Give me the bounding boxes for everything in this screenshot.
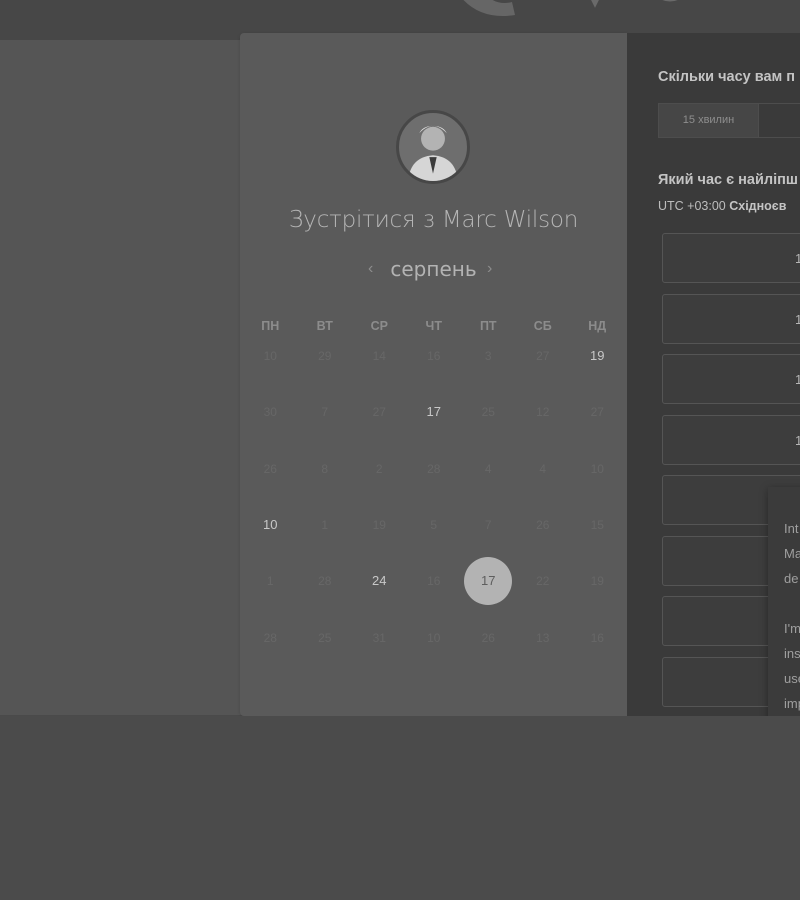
calendar-day: 2 (375, 461, 383, 476)
calendar-day: 8 (321, 461, 329, 476)
time-slot-label: 1 (795, 372, 800, 387)
calendar-day: 4 (484, 461, 492, 476)
chat-line: I'm (784, 621, 800, 636)
calendar-day[interactable]: 17 (407, 384, 462, 440)
calendar-day: 16 (590, 630, 604, 645)
calendar-day: 25 (318, 630, 332, 645)
duration-option-15[interactable]: 15 хвилин (659, 104, 759, 137)
calendar-day: 10 (263, 349, 277, 363)
timezone-label[interactable]: UTC +03:00 Східноєв (658, 199, 786, 213)
duration-question: Скільки часу вам п (658, 69, 796, 85)
calendar-day: 28 (318, 574, 332, 589)
time-slot-button[interactable]: 1 (662, 414, 800, 465)
calendar-day: 15 (590, 517, 604, 532)
chat-line: ins (784, 646, 800, 661)
calendar-day: 31 (372, 630, 386, 645)
calendar-day: 1 (266, 574, 274, 589)
calendar-day: 29 (318, 349, 332, 363)
time-slot-label: 1 (795, 251, 800, 266)
calendar-day: 27 (372, 405, 386, 420)
chat-line: Ma (784, 546, 800, 561)
time-slot-label: 1 (795, 432, 800, 448)
calendar-day[interactable]: 19 (570, 328, 625, 384)
time-slot-button[interactable]: 1 (662, 354, 800, 404)
calendar-day: 7 (484, 517, 492, 532)
calendar-day: 19 (372, 517, 386, 532)
calendar-day-number: 17 (464, 557, 513, 606)
chat-line: use (784, 671, 800, 686)
page-footer-area (0, 716, 800, 900)
duration-selector: 15 хвилин 30 (658, 103, 800, 138)
duration-option-30[interactable]: 30 (759, 104, 800, 137)
calendar-day: 26 (536, 517, 550, 532)
chevron-left-icon[interactable]: ‹ (368, 260, 373, 278)
calendar-day: 3 (484, 349, 492, 363)
chat-line: de (784, 571, 799, 586)
calendar-day: 28 (427, 461, 441, 476)
month-navigation: ‹ серпень › (240, 257, 627, 281)
calendar-day: 13 (536, 630, 550, 645)
chat-line: imp (784, 696, 800, 711)
calendar-day: 12 (536, 405, 550, 420)
calendar-day: 16 (427, 574, 441, 589)
chat-line: Int (784, 521, 799, 536)
calendar-day: 5 (430, 517, 438, 532)
calendar-day: 4 (539, 461, 547, 476)
calendar-day: 26 (481, 630, 495, 645)
calendar-card: Зустрітися з Marc Wilson ‹ серпень › ПН … (240, 33, 627, 716)
host-avatar (396, 110, 470, 184)
calendar-day: 16 (427, 349, 441, 363)
app-logo[interactable] (430, 0, 800, 20)
calendar-day: 10 (427, 630, 441, 645)
calendar-day: 19 (590, 574, 604, 589)
calendar-day: 14 (372, 349, 386, 363)
calendar-day: 26 (263, 461, 277, 476)
meeting-title: Зустрітися з Marc Wilson (288, 207, 579, 233)
calendar-day-selected[interactable]: 17 (461, 553, 516, 609)
calendar-day: 25 (481, 405, 495, 420)
calendar-day[interactable]: 10 (243, 497, 298, 553)
calendar-day: 10 (590, 461, 604, 476)
calendar-day[interactable]: 24 (352, 553, 407, 609)
time-slot-label: 1 (795, 311, 800, 327)
timezone-name: Східноєв (729, 199, 787, 213)
calendar-day: 1 (321, 517, 329, 532)
calendar-day: 30 (263, 405, 277, 420)
calendar-day: 27 (590, 405, 604, 420)
month-label: серпень (390, 257, 477, 281)
time-question: Який час є найліпш (658, 172, 798, 188)
calendar-day: 7 (321, 405, 329, 420)
chevron-right-icon[interactable]: › (487, 260, 492, 278)
time-slot-button[interactable]: 1 (662, 293, 800, 344)
calendar-day: 28 (263, 630, 277, 645)
calendar-day: 27 (536, 349, 550, 363)
time-slot-button[interactable]: 1 (662, 233, 800, 283)
timezone-offset: UTC +03:00 (658, 199, 730, 213)
calendar-day: 22 (536, 574, 550, 589)
